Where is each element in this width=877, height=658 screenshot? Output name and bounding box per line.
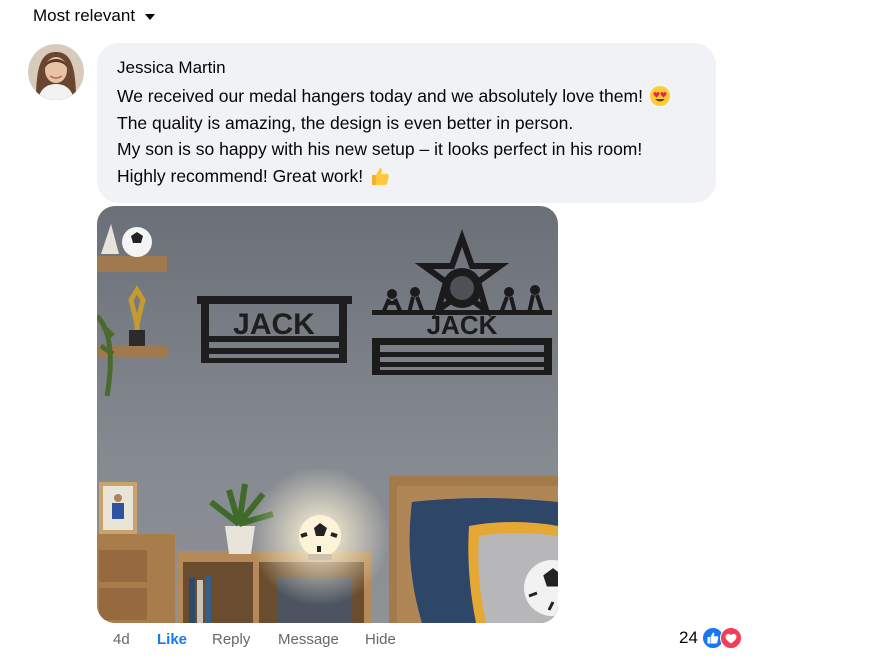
comment-text: Highly recommend! Great work! (117, 165, 364, 186)
comment-author[interactable]: Jessica Martin (117, 58, 696, 78)
heart-eyes-emoji-icon (649, 86, 670, 107)
comment-text: My son is so happy with his new setup – … (117, 139, 643, 159)
sort-dropdown[interactable]: Most relevant (33, 6, 156, 26)
sign-right-text: JACK (427, 310, 498, 340)
comment-photo[interactable]: JACK JACK (97, 206, 558, 623)
love-reaction-icon (719, 627, 742, 649)
sort-label: Most relevant (33, 6, 136, 25)
comment-line: The quality is amazing, the design is ev… (117, 110, 696, 137)
comment-timestamp[interactable]: 4d (113, 631, 157, 648)
reaction-icons (701, 627, 742, 649)
comment-text: We received our medal hangers today and … (117, 86, 643, 106)
comment-line: My son is so happy with his new setup – … (117, 136, 696, 163)
reaction-count: 24 (679, 628, 698, 647)
message-button[interactable]: Message (278, 631, 365, 648)
thumbs-up-emoji-icon (372, 167, 389, 185)
hide-button[interactable]: Hide (365, 631, 396, 648)
reply-button[interactable]: Reply (212, 631, 278, 648)
sign-left-text: JACK (233, 308, 315, 341)
comment-actions: 4d Like Reply Message Hide (113, 631, 396, 648)
caret-down-icon (145, 14, 156, 20)
reaction-summary[interactable]: 24 (679, 627, 742, 649)
like-button[interactable]: Like (157, 631, 212, 648)
comment-text: The quality is amazing, the design is ev… (117, 112, 574, 133)
comment-line: Highly recommend! Great work! (117, 163, 696, 190)
comment-bubble: Jessica Martin We received our medal han… (97, 43, 716, 203)
comment-line: We received our medal hangers today and … (117, 83, 696, 110)
avatar[interactable] (28, 44, 84, 100)
